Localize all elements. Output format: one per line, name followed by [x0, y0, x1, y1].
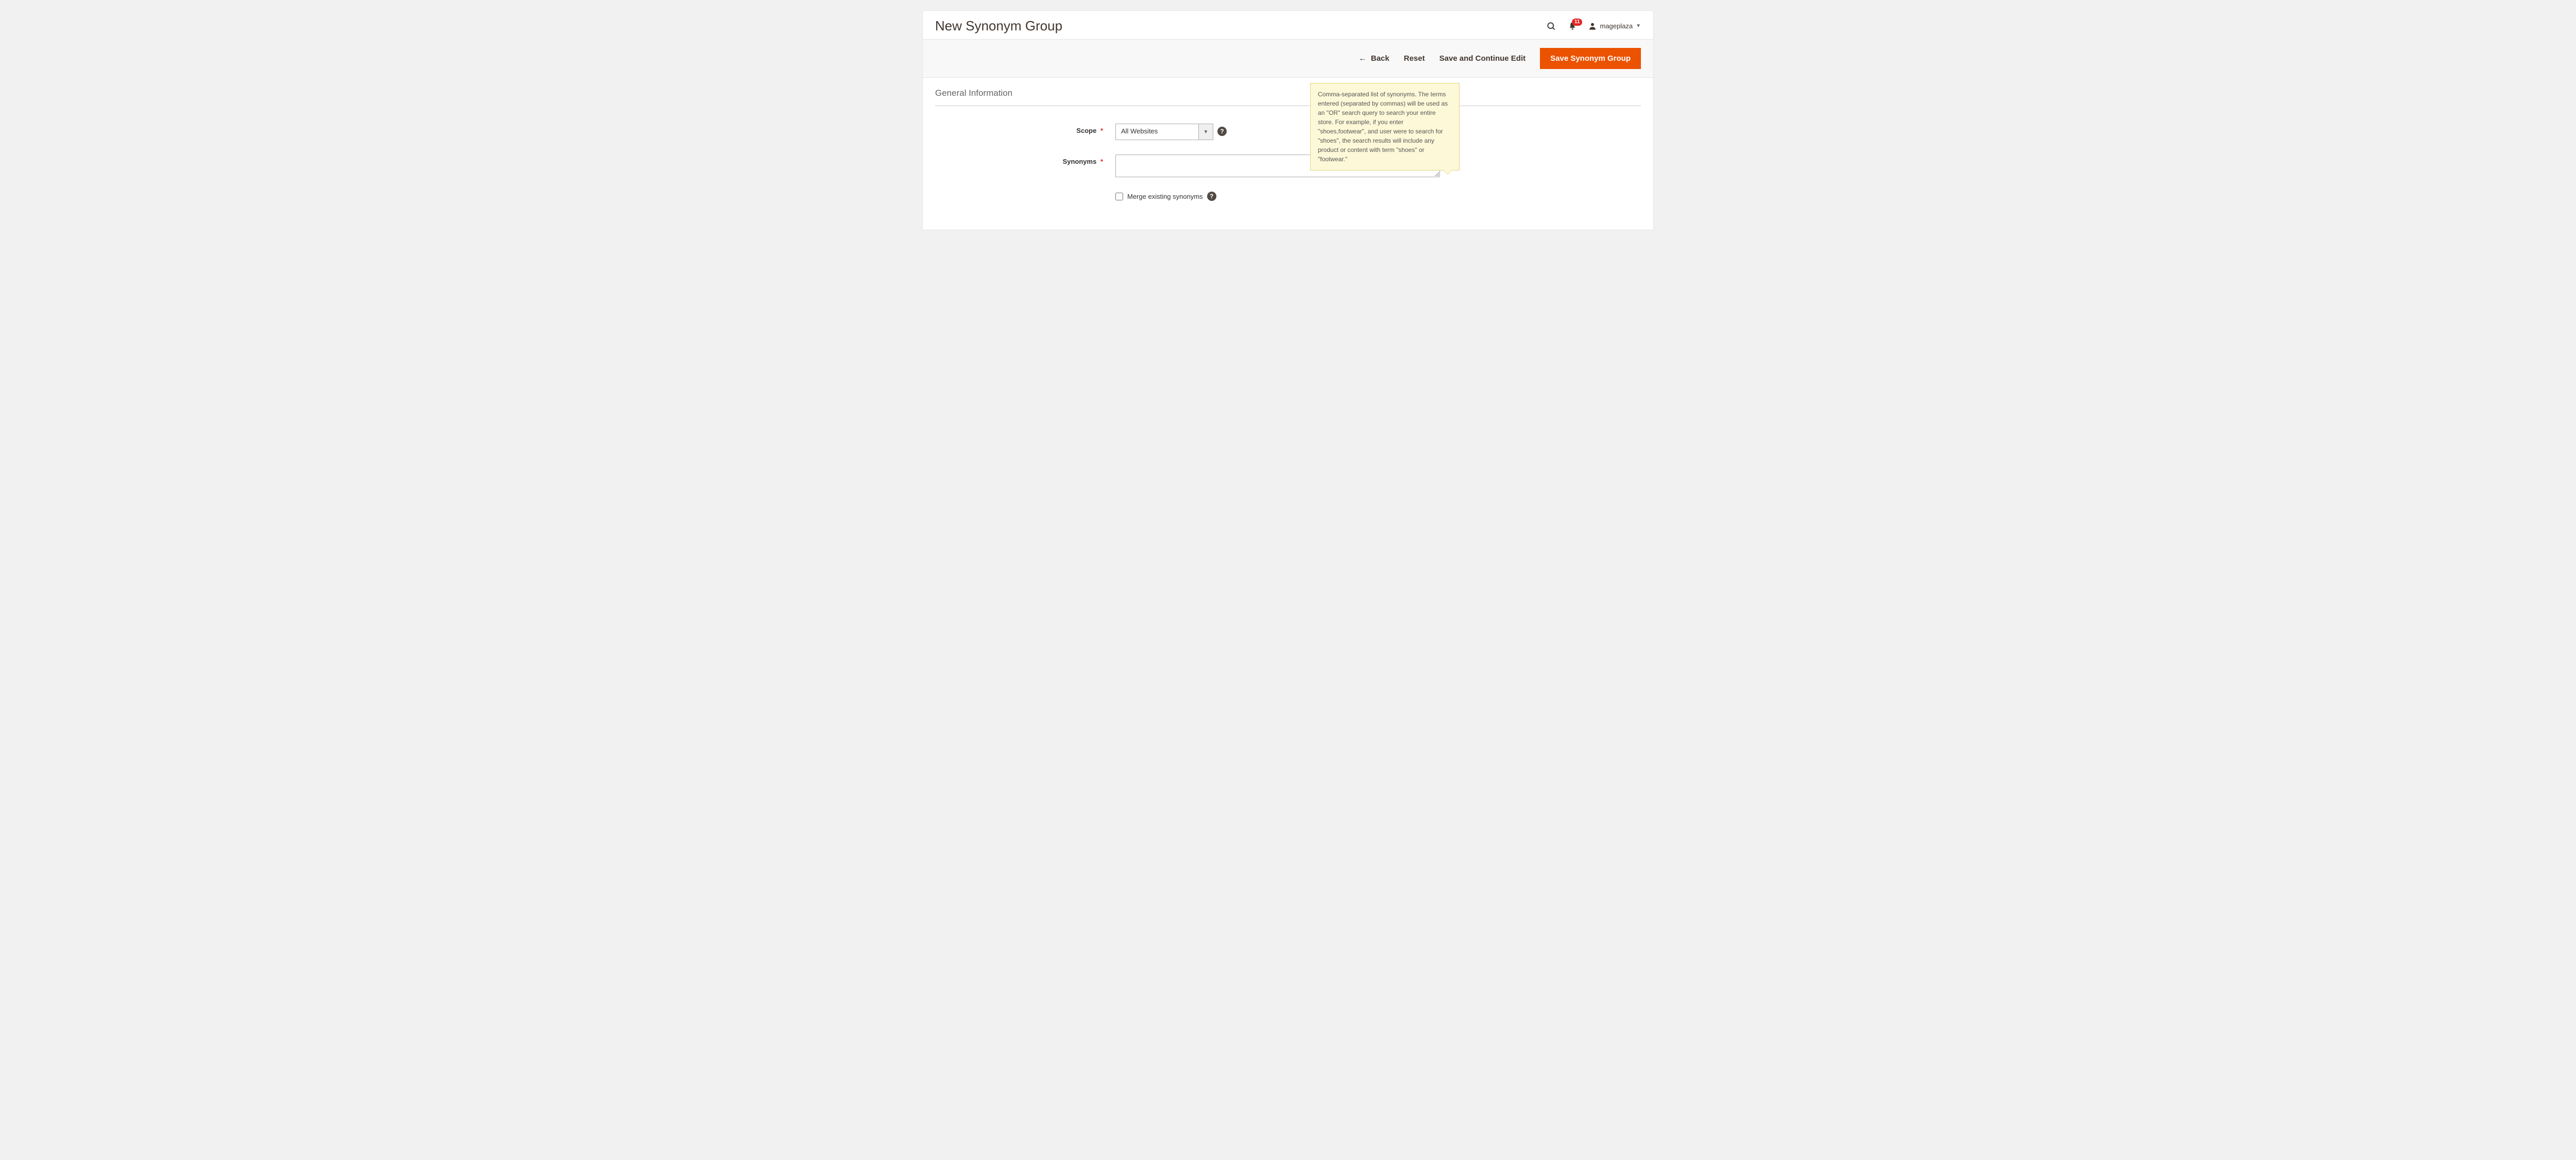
scope-help-icon[interactable]: ?: [1217, 127, 1227, 136]
scope-row: Scope * All Websites ▼ ?: [935, 124, 1641, 140]
synonyms-tooltip: Comma-separated list of synonyms. The te…: [1310, 83, 1460, 170]
merge-checkbox-wrap[interactable]: Merge existing synonyms ?: [1115, 192, 1216, 201]
arrow-left-icon: ←: [1359, 54, 1367, 63]
chevron-down-icon: ▼: [1198, 124, 1213, 140]
scope-label-wrap: Scope *: [935, 124, 1115, 134]
main-panel: New Synonym Group 11 mag: [922, 10, 1654, 230]
header-row: New Synonym Group 11 mag: [923, 11, 1653, 39]
notifications-badge: 11: [1572, 19, 1583, 26]
save-continue-button[interactable]: Save and Continue Edit: [1439, 54, 1526, 63]
merge-spacer: [935, 192, 1115, 195]
merge-label: Merge existing synonyms: [1127, 193, 1203, 200]
caret-down-icon: ▼: [1636, 23, 1641, 29]
reset-label: Reset: [1404, 54, 1425, 63]
action-toolbar: ← Back Reset Save and Continue Edit Save…: [923, 39, 1653, 78]
user-icon: [1588, 22, 1597, 30]
save-continue-label: Save and Continue Edit: [1439, 54, 1526, 63]
synonyms-label-wrap: Synonyms *: [935, 155, 1115, 165]
required-mark: *: [1100, 127, 1103, 134]
merge-help-icon[interactable]: ?: [1207, 192, 1216, 201]
merge-checkbox[interactable]: [1115, 193, 1123, 200]
notifications-icon[interactable]: 11: [1568, 22, 1577, 31]
back-label: Back: [1371, 54, 1389, 63]
section-title: General Information: [935, 88, 1641, 106]
merge-row: Merge existing synonyms ?: [935, 192, 1641, 201]
scope-select[interactable]: All Websites ▼: [1115, 124, 1213, 140]
general-information-section: General Information Comma-separated list…: [923, 78, 1653, 230]
synonyms-row: Synonyms * ?: [935, 155, 1641, 177]
back-button[interactable]: ← Back: [1359, 54, 1389, 63]
search-icon[interactable]: [1546, 21, 1556, 31]
reset-button[interactable]: Reset: [1404, 54, 1425, 63]
user-menu[interactable]: mageplaza ▼: [1588, 22, 1641, 30]
synonyms-label: Synonyms: [1063, 158, 1097, 165]
scope-value: All Websites: [1116, 124, 1198, 140]
header-actions: 11 mageplaza ▼: [1546, 21, 1641, 31]
save-button[interactable]: Save Synonym Group: [1540, 48, 1641, 69]
required-mark: *: [1100, 158, 1103, 165]
page-title: New Synonym Group: [935, 18, 1062, 34]
scope-label: Scope: [1076, 127, 1096, 134]
username-label: mageplaza: [1600, 22, 1633, 30]
